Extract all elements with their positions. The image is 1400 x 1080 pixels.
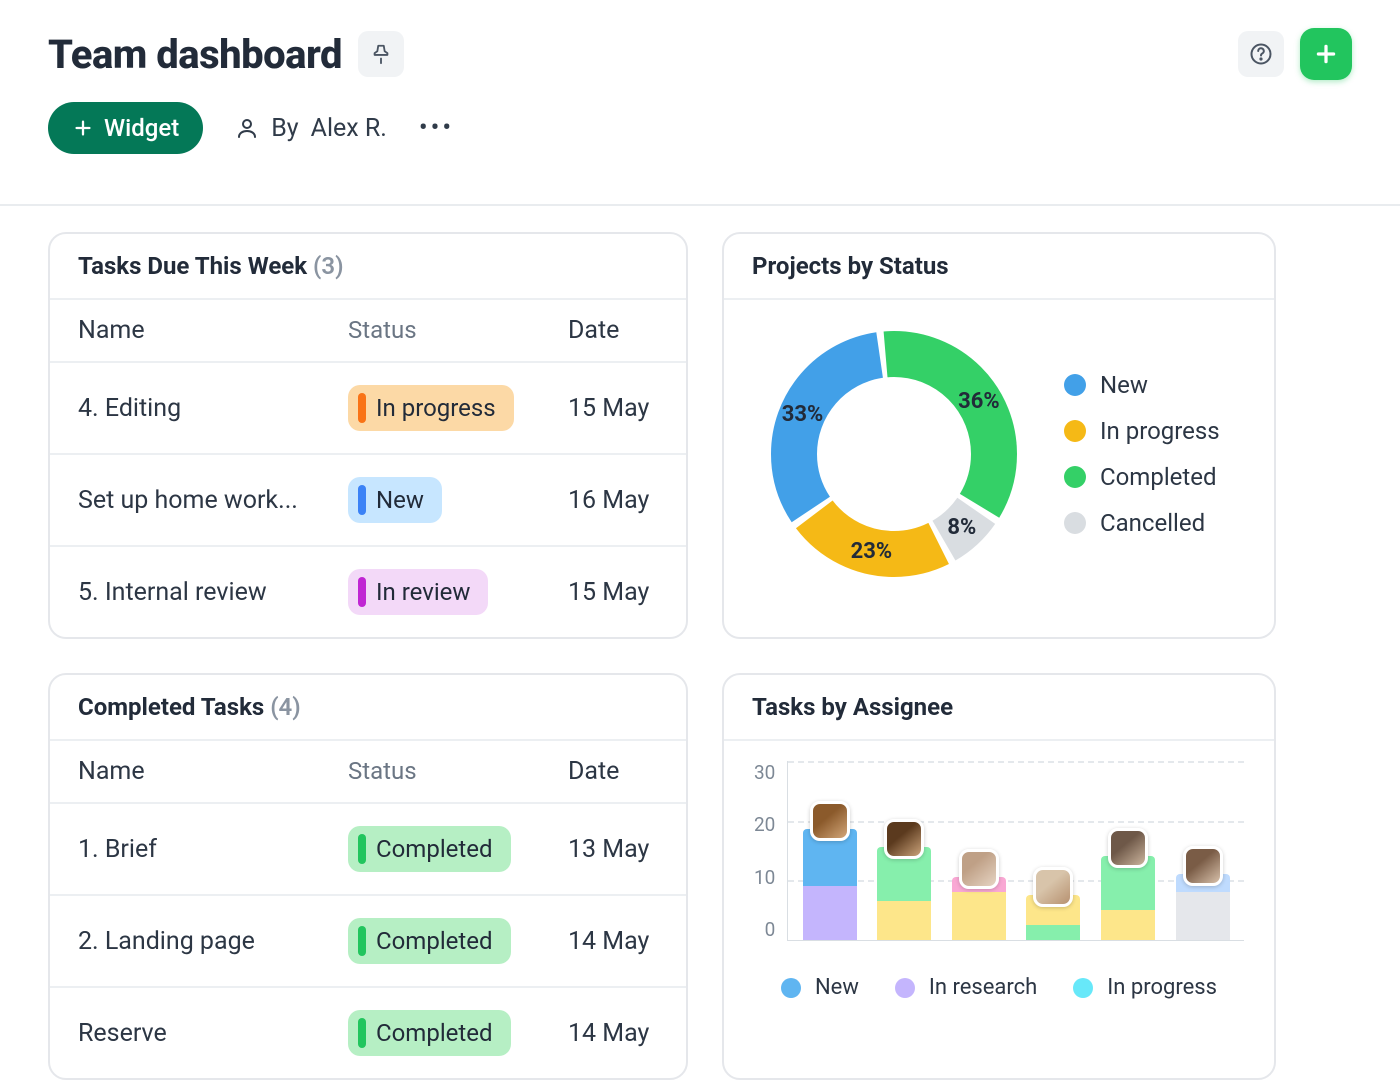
task-date: 16 May <box>568 486 658 515</box>
table-row[interactable]: ReserveCompleted14 May <box>50 988 686 1078</box>
add-widget-label: Widget <box>104 114 179 142</box>
add-widget-button[interactable]: Widget <box>48 102 203 154</box>
task-status: Completed <box>348 1010 568 1056</box>
author-prefix: By <box>271 114 298 143</box>
donut-slice-label: 23% <box>845 539 897 564</box>
card-count: (3) <box>313 252 343 280</box>
table-row[interactable]: Set up home work...New16 May <box>50 455 686 547</box>
col-date: Date <box>568 316 658 345</box>
task-date: 15 May <box>568 578 658 607</box>
assignee-avatar[interactable] <box>1183 846 1223 886</box>
task-date: 15 May <box>568 394 658 423</box>
donut-slice-label: 36% <box>953 389 1005 414</box>
bar-column <box>1026 895 1080 940</box>
card-tasks-assignee[interactable]: Tasks by Assignee 3020100 New In research… <box>722 673 1276 1080</box>
assignee-avatar[interactable] <box>810 801 850 841</box>
legend-item: New <box>1064 371 1220 399</box>
y-axis: 3020100 <box>754 761 787 941</box>
donut-legend: New In progress Completed Cancelled <box>1064 371 1220 537</box>
table-row[interactable]: 1. BriefCompleted13 May <box>50 804 686 896</box>
donut-slice-label: 33% <box>777 402 829 427</box>
task-status: New <box>348 477 568 523</box>
table-header: Name Status Date <box>50 300 686 363</box>
card-title: Completed Tasks <box>78 693 264 721</box>
card-title: Tasks Due This Week <box>78 252 307 280</box>
table-header: Name Status Date <box>50 741 686 804</box>
card-tasks-due[interactable]: Tasks Due This Week (3) Name Status Date… <box>48 232 688 639</box>
table-row[interactable]: 4. EditingIn progress15 May <box>50 363 686 455</box>
legend-item: In progress <box>1073 975 1217 1000</box>
author-chip[interactable]: By Alex R. <box>235 114 387 143</box>
card-count: (4) <box>270 693 300 721</box>
task-name: 5. Internal review <box>78 578 348 607</box>
more-menu-button[interactable]: ••• <box>419 113 454 143</box>
card-title: Projects by Status <box>752 252 949 280</box>
page-title: Team dashboard <box>48 31 342 78</box>
pin-icon <box>370 43 392 65</box>
task-name: Set up home work... <box>78 486 348 515</box>
assignee-avatar[interactable] <box>959 849 999 889</box>
donut-chart: 36% 8% 23% 33% <box>764 324 1024 584</box>
more-icon: ••• <box>419 113 454 143</box>
legend-item: Completed <box>1064 463 1220 491</box>
add-button[interactable] <box>1300 28 1352 80</box>
author-name: Alex R. <box>311 114 387 143</box>
bar-column <box>1101 856 1155 940</box>
bar-plot <box>787 761 1244 941</box>
task-name: Reserve <box>78 1019 348 1048</box>
task-date: 14 May <box>568 1019 658 1048</box>
plus-icon <box>72 117 94 139</box>
card-title: Tasks by Assignee <box>752 693 953 721</box>
assignee-avatar[interactable] <box>1033 867 1073 907</box>
help-button[interactable] <box>1238 31 1284 77</box>
table-row[interactable]: 2. Landing pageCompleted14 May <box>50 896 686 988</box>
card-projects-status[interactable]: Projects by Status 36% 8% 23% 33% New In pro… <box>722 232 1276 639</box>
task-date: 14 May <box>568 927 658 956</box>
person-icon <box>235 116 259 140</box>
task-name: 1. Brief <box>78 835 348 864</box>
card-completed-tasks[interactable]: Completed Tasks (4) Name Status Date 1. … <box>48 673 688 1080</box>
assignee-avatar[interactable] <box>1108 828 1148 868</box>
task-date: 13 May <box>568 835 658 864</box>
col-name: Name <box>78 757 348 786</box>
pin-button[interactable] <box>358 31 404 77</box>
bar-column <box>952 877 1006 940</box>
task-name: 2. Landing page <box>78 927 348 956</box>
legend-item: New <box>781 975 859 1000</box>
legend-item: In research <box>895 975 1037 1000</box>
plus-icon <box>1313 41 1339 67</box>
bar-column <box>803 829 857 940</box>
task-status: In review <box>348 569 568 615</box>
bar-column <box>1176 874 1230 940</box>
task-name: 4. Editing <box>78 394 348 423</box>
legend-item: Cancelled <box>1064 509 1220 537</box>
dashboard-grid: Tasks Due This Week (3) Name Status Date… <box>0 206 1400 1080</box>
help-icon <box>1249 42 1273 66</box>
bar-column <box>877 847 931 940</box>
task-status: Completed <box>348 826 568 872</box>
col-name: Name <box>78 316 348 345</box>
donut-slice-label: 8% <box>936 515 988 540</box>
task-status: In progress <box>348 385 568 431</box>
table-row[interactable]: 5. Internal reviewIn review15 May <box>50 547 686 637</box>
col-date: Date <box>568 757 658 786</box>
assignee-avatar[interactable] <box>884 819 924 859</box>
col-status: Status <box>348 757 568 786</box>
page-header: Team dashboard Widget By <box>0 0 1400 176</box>
legend-item: In progress <box>1064 417 1220 445</box>
col-status: Status <box>348 316 568 345</box>
bar-legend: New In research In progress <box>754 975 1244 1000</box>
task-status: Completed <box>348 918 568 964</box>
